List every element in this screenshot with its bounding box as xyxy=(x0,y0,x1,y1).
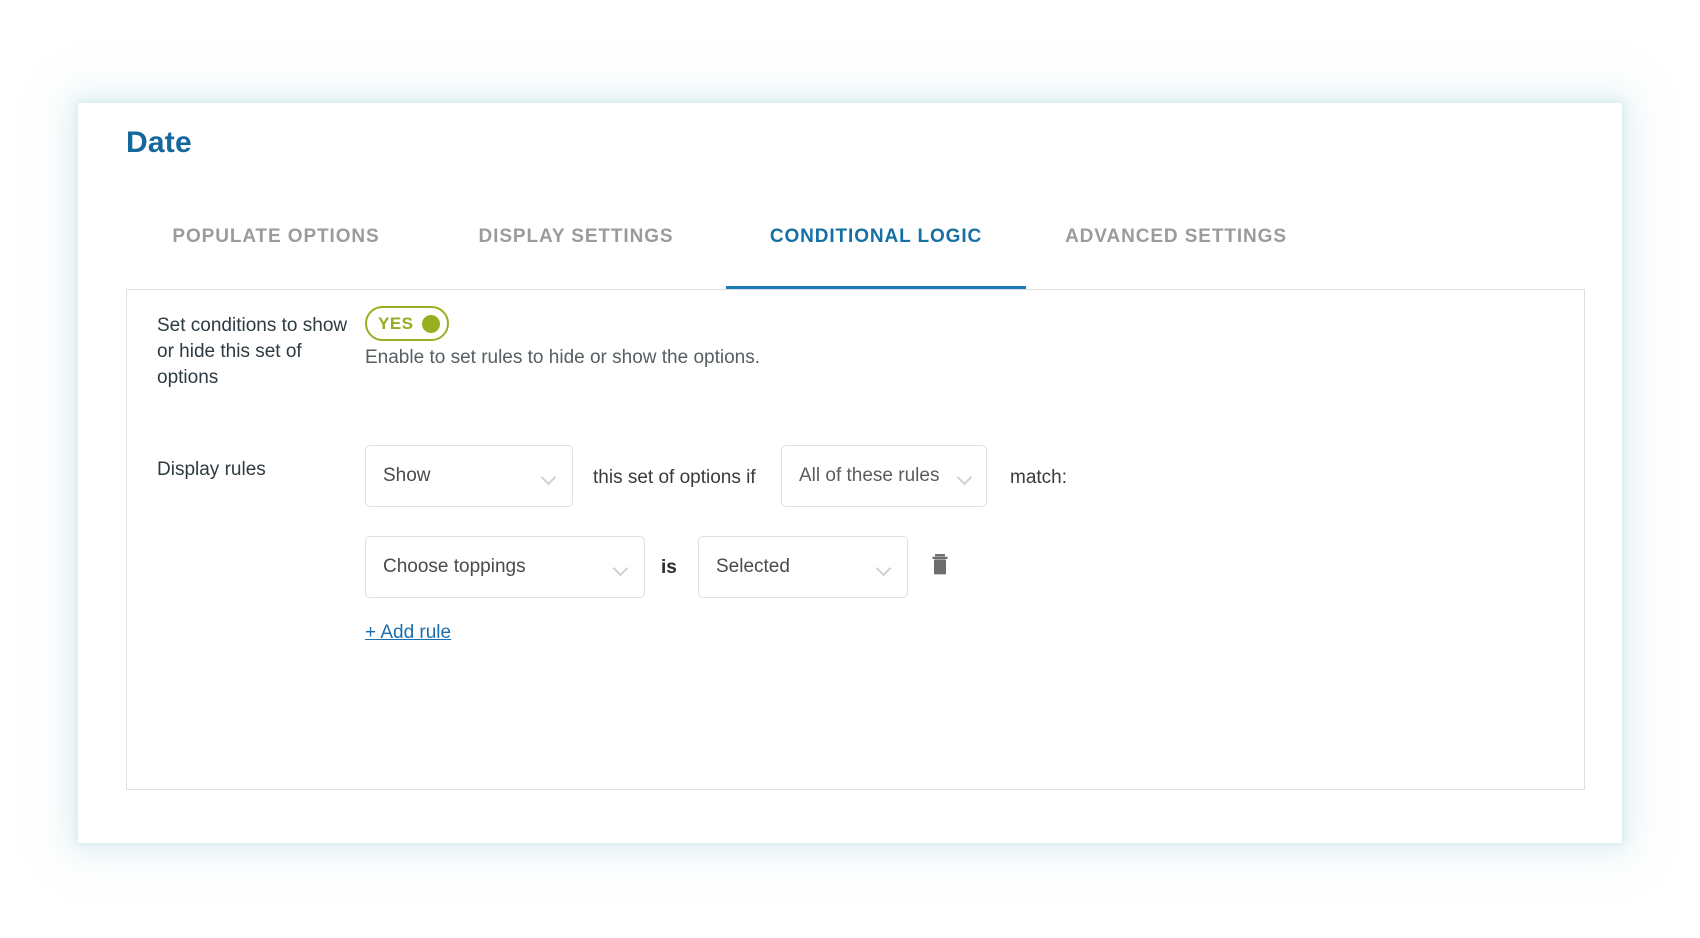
trash-icon xyxy=(932,554,948,575)
this-set-of-options-if-text: this set of options if xyxy=(593,467,756,488)
settings-card: Date POPULATE OPTIONS DISPLAY SETTINGS C… xyxy=(78,103,1622,843)
toggle-knob xyxy=(421,314,440,333)
chevron-down-icon xyxy=(614,563,628,572)
tab-label: POPULATE OPTIONS xyxy=(172,226,380,247)
chevron-down-icon xyxy=(877,563,891,572)
tab-conditional-logic[interactable]: CONDITIONAL LOGIC xyxy=(726,219,1026,291)
toggle-value-label: YES xyxy=(378,313,414,333)
page-title: Date xyxy=(126,126,192,159)
tab-populate-options[interactable]: POPULATE OPTIONS xyxy=(126,219,426,291)
tab-display-settings[interactable]: DISPLAY SETTINGS xyxy=(426,219,726,291)
select-value: Choose toppings xyxy=(383,556,526,577)
display-rules-match-select[interactable]: All of these rules xyxy=(781,445,987,507)
rule-condition-select[interactable]: Selected xyxy=(698,536,908,598)
add-rule-link[interactable]: + Add rule xyxy=(365,622,451,644)
conditional-logic-panel: Set conditions to show or hide this set … xyxy=(126,289,1585,790)
page-background: Date POPULATE OPTIONS DISPLAY SETTINGS C… xyxy=(0,0,1700,938)
display-rules-action-select[interactable]: Show xyxy=(365,445,573,507)
tab-label: ADVANCED SETTINGS xyxy=(1065,226,1287,247)
delete-rule-button[interactable] xyxy=(927,550,953,580)
conditional-logic-toggle[interactable]: YES xyxy=(365,306,449,341)
conditions-help-text: Enable to set rules to hide or show the … xyxy=(365,347,761,368)
chevron-down-icon xyxy=(542,472,556,481)
set-conditions-label: Set conditions to show or hide this set … xyxy=(157,315,348,388)
select-value: Selected xyxy=(716,556,790,577)
display-rules-label: Display rules xyxy=(157,459,266,480)
rule-operator-text: is xyxy=(661,557,677,578)
tab-advanced-settings[interactable]: ADVANCED SETTINGS xyxy=(1026,219,1326,291)
select-value: All of these rules xyxy=(799,465,940,486)
tab-bar: POPULATE OPTIONS DISPLAY SETTINGS CONDIT… xyxy=(126,219,1574,291)
chevron-down-icon xyxy=(958,472,972,481)
tab-label: DISPLAY SETTINGS xyxy=(478,226,674,247)
tab-label: CONDITIONAL LOGIC xyxy=(769,226,983,247)
rule-field-select[interactable]: Choose toppings xyxy=(365,536,645,598)
select-value: Show xyxy=(383,465,431,486)
match-text: match: xyxy=(1010,467,1068,488)
